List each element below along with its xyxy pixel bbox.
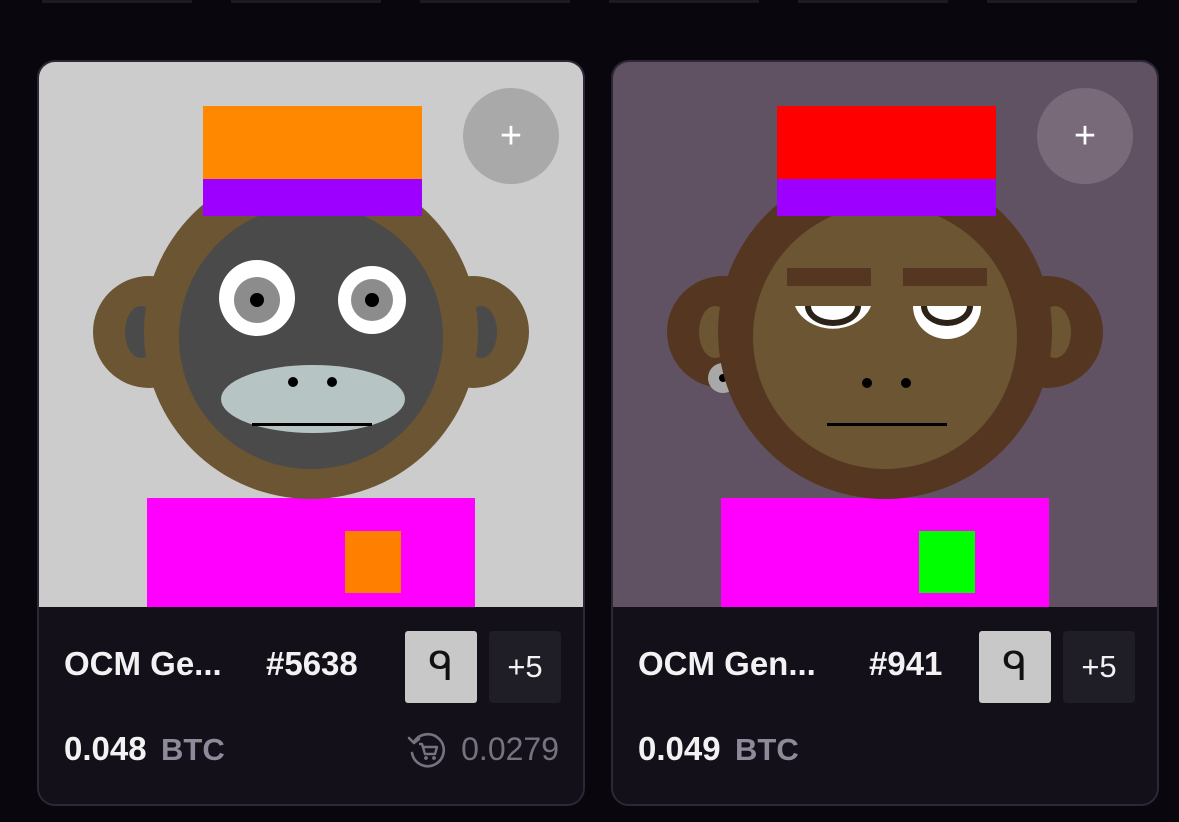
last-sale-value: 0.0279 [461, 730, 559, 767]
last-sale: 0.0279 [407, 729, 559, 769]
nft-card[interactable]: + OCM Gen... #941 ᑫ +5 0.049 BTC [611, 60, 1159, 806]
rune-badge: ᑫ [979, 631, 1051, 703]
tab-strip-segment [420, 0, 570, 3]
rune-badge: ᑫ [405, 631, 477, 703]
price: 0.049 BTC [638, 730, 799, 768]
add-to-cart-button[interactable]: + [463, 88, 559, 184]
price: 0.048 BTC [64, 730, 225, 768]
cart-cycle-icon [407, 732, 446, 768]
plus-icon: + [1073, 114, 1097, 157]
nft-image[interactable]: + [613, 62, 1157, 607]
more-items-badge[interactable]: +5 [489, 631, 561, 703]
card-info: OCM Gen... #941 ᑫ +5 0.049 BTC [613, 607, 1157, 804]
item-number: #941 [869, 645, 943, 682]
price-unit: BTC [735, 732, 799, 767]
add-to-cart-button[interactable]: + [1037, 88, 1133, 184]
nft-card[interactable]: + OCM Ge... #5638 ᑫ +5 0.048 BTC 0.0279 [37, 60, 585, 806]
tab-strip-segment [987, 0, 1137, 3]
plus-icon: + [499, 114, 523, 157]
collection-name: OCM Gen... [638, 645, 816, 682]
item-number: #5638 [266, 645, 358, 682]
tab-strip-segment [798, 0, 948, 3]
price-value: 0.049 [638, 730, 721, 767]
tab-strip-segment [609, 0, 759, 3]
card-info: OCM Ge... #5638 ᑫ +5 0.048 BTC 0.0279 [39, 607, 583, 804]
tab-strip-segment [42, 0, 192, 3]
nft-image[interactable]: + [39, 62, 583, 607]
tab-strip-segment [231, 0, 381, 3]
price-unit: BTC [161, 732, 225, 767]
more-items-badge[interactable]: +5 [1063, 631, 1135, 703]
price-value: 0.048 [64, 730, 147, 767]
collection-name: OCM Ge... [64, 645, 222, 682]
